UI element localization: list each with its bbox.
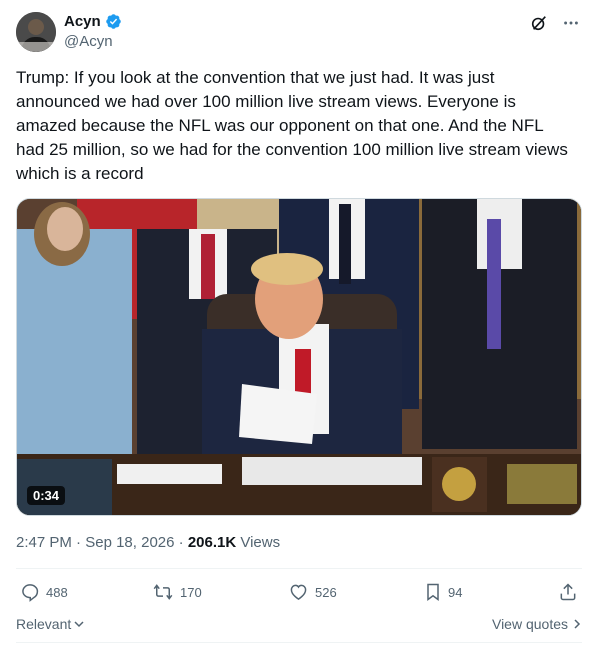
action-bar: 488 170 526 94	[16, 582, 582, 606]
divider	[16, 642, 582, 643]
sort-label: Relevant	[16, 616, 72, 632]
handle[interactable]: @Acyn	[64, 33, 122, 50]
like-button[interactable]: 526	[288, 582, 337, 602]
bookmark-count: 94	[448, 584, 463, 600]
repost-count: 170	[180, 584, 202, 600]
sort-dropdown[interactable]: Relevant	[16, 616, 85, 632]
like-count: 526	[315, 584, 337, 600]
tweet-time[interactable]: 2:47 PM	[16, 534, 72, 551]
bookmark-icon	[427, 583, 439, 601]
repost-icon	[153, 584, 173, 600]
share-icon	[560, 583, 576, 601]
divider	[16, 568, 582, 569]
tweet-header: Acyn @Acyn	[16, 12, 582, 54]
author-info: Acyn @Acyn	[64, 13, 122, 50]
grok-icon[interactable]	[528, 12, 550, 34]
meta-separator: ·	[71, 534, 86, 551]
bookmark-button[interactable]: 94	[424, 582, 462, 602]
heart-icon	[290, 584, 307, 600]
chevron-right-icon	[574, 619, 581, 629]
replies-controls: Relevant View quotes	[16, 616, 582, 636]
view-quotes-label: View quotes	[491, 616, 568, 632]
views-label: Views	[236, 534, 281, 551]
header-actions	[528, 12, 582, 34]
verified-badge-icon[interactable]	[105, 13, 122, 30]
more-options-icon[interactable]	[560, 12, 582, 34]
share-button[interactable]	[558, 582, 578, 602]
reply-count: 488	[46, 584, 68, 600]
repost-button[interactable]: 170	[152, 582, 202, 602]
display-name[interactable]: Acyn	[64, 13, 101, 30]
reply-icon	[22, 584, 39, 602]
meta-separator: ·	[174, 534, 188, 551]
video-duration: 0:34	[27, 486, 66, 505]
tweet-text: Trump: If you look at the convention tha…	[16, 68, 573, 183]
video-player[interactable]: 0:34	[16, 198, 582, 516]
view-quotes-link[interactable]: View quotes	[492, 616, 582, 632]
tweet-date[interactable]: Sep 18, 2026	[85, 534, 174, 551]
tweet-meta: 2:47 PM · Sep 18, 2026 · 206.1K Views	[16, 534, 280, 551]
chevron-down-icon	[74, 621, 84, 628]
reply-button[interactable]: 488	[20, 582, 68, 602]
avatar[interactable]	[16, 12, 56, 52]
views-count: 206.1K	[187, 534, 237, 551]
